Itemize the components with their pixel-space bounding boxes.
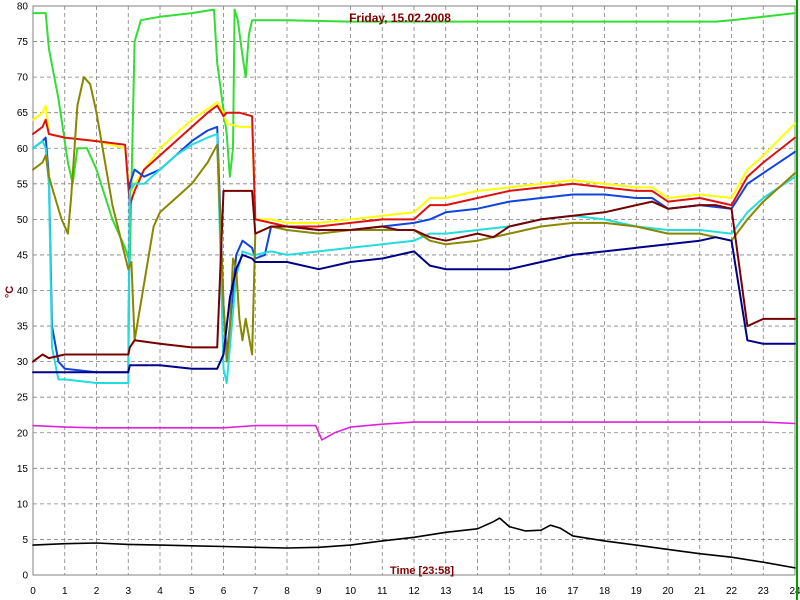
y-tick-label: 20 [17,428,29,439]
y-tick-label: 60 [17,144,29,155]
x-tick-label: 20 [662,586,674,597]
y-axis-ticks: 0 5 10 15 20 25 30 35 40 45 50 55 60 65 70 75 80 [17,2,29,582]
x-tick-label: 6 [221,586,227,597]
x-tick-label: 19 [631,586,643,597]
x-tick-label: 16 [535,586,547,597]
x-tick-label: 5 [189,586,195,597]
temperature-chart: 05101520253035404550556065707580 0123456… [4,0,800,600]
y-tick-label: 40 [17,286,29,297]
x-tick-label: 21 [694,586,706,597]
y-axis-label: °C [4,286,16,298]
x-tick-label: 17 [567,586,579,597]
x-tick-label: 13 [440,586,452,597]
y-tick-label: 5 [22,535,28,546]
y-tick-label: 75 [17,37,29,48]
x-tick-label: 4 [157,586,163,597]
y-tick-label: 65 [17,108,29,119]
y-tick-label: 50 [17,215,29,226]
y-tick-label: 30 [17,357,29,368]
y-tick-label: 55 [17,179,29,190]
y-tick-label: 10 [17,499,29,510]
x-tick-label: 9 [316,586,322,597]
x-tick-label: 0 [30,586,36,597]
x-tick-label: 1 [62,586,68,597]
y-tick-label: 25 [17,393,29,404]
x-tick-label: 7 [252,586,258,597]
x-tick-label: 18 [599,586,611,597]
x-tick-label: 2 [94,586,100,597]
x-tick-label: 24 [789,586,800,597]
x-tick-label: 12 [408,586,420,597]
y-tick-label: 80 [17,2,29,13]
x-tick-label: 14 [472,586,484,597]
y-tick-label: 45 [17,250,29,261]
x-tick-label: 22 [726,586,738,597]
x-axis-label: Time [23:58] [390,565,454,577]
y-tick-label: 15 [17,464,29,475]
x-axis-ticks: 0 1 2 3 4 5 6 7 8 9 10 11 12 13 14 15 16 17 18 19 20 21 22 23 24 [30,586,800,597]
y-tick-label: 70 [17,73,29,84]
chart-title: Friday, 15.02.2008 [349,11,451,25]
x-tick-label: 23 [758,586,770,597]
y-tick-label: 35 [17,322,29,333]
y-tick-label: 0 [22,571,28,582]
x-tick-label: 8 [284,586,290,597]
x-tick-label: 3 [125,586,131,597]
x-tick-label: 15 [504,586,516,597]
x-tick-label: 11 [377,586,388,597]
x-tick-label: 10 [345,586,357,597]
